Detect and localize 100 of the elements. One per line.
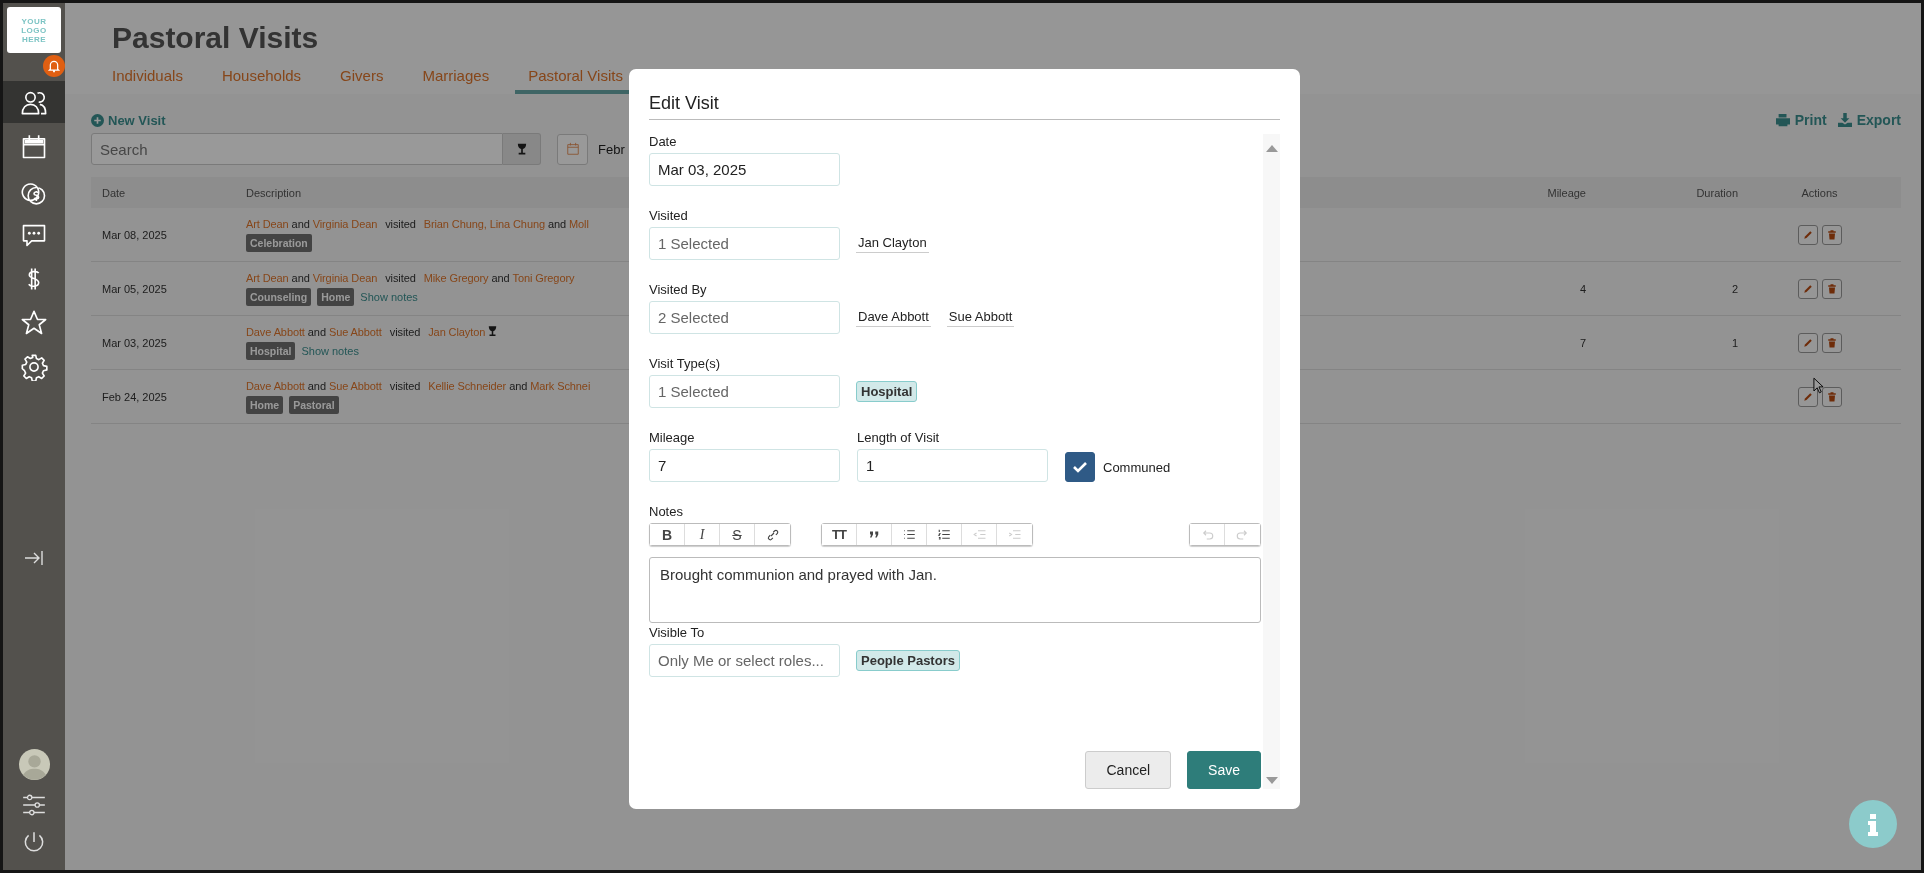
redo-icon [1235, 527, 1250, 542]
dialog-title: Edit Visit [649, 89, 1280, 120]
edit-button[interactable] [1797, 224, 1818, 245]
roles-select-field[interactable]: Only Me or select roles... [649, 644, 840, 677]
multi-select-field[interactable]: 2 Selected [649, 301, 840, 334]
field-label: Notes [649, 504, 683, 519]
numbers-icon [936, 527, 952, 542]
person-link[interactable]: Art Dean [246, 217, 289, 230]
person-link[interactable]: Moll [569, 217, 589, 230]
delete-button[interactable] [1821, 224, 1842, 245]
edit-button[interactable] [1797, 278, 1818, 299]
person-link[interactable]: Kellie Schneider [428, 379, 507, 392]
mileage-field[interactable]: 7 [649, 449, 840, 482]
page-title: Pastoral Visits [112, 21, 320, 55]
search-field[interactable]: Search [91, 133, 503, 165]
tab[interactable]: Individuals [99, 67, 196, 94]
info-button[interactable] [1849, 800, 1897, 848]
tab[interactable]: Households [208, 67, 315, 94]
delete-button[interactable] [1821, 278, 1842, 299]
trash-icon [1825, 390, 1838, 403]
date-cell-text: Mar 05, 2025 [101, 282, 168, 295]
person-link[interactable]: Dave Abbott [246, 379, 305, 392]
communed-checkbox[interactable] [1065, 452, 1095, 482]
multi-select-field[interactable]: 1 Selected [649, 227, 840, 260]
new-visit-link[interactable]: New Visit [91, 112, 166, 128]
description-text: visited [389, 325, 421, 338]
tab[interactable]: Givers [327, 67, 397, 94]
bell-icon[interactable] [43, 55, 65, 77]
person-link[interactable]: Virginia Dean [312, 271, 378, 284]
bold-tool-button[interactable]: B [650, 524, 685, 545]
show-notes-link[interactable]: Show notes [301, 344, 359, 357]
delete-button[interactable] [1821, 386, 1842, 407]
bullets-icon [901, 527, 917, 542]
show-notes-link[interactable]: Show notes [360, 290, 418, 303]
date-field[interactable]: Mar 03, 2025 [649, 153, 840, 186]
numbers-tool-button[interactable] [927, 524, 962, 545]
delete-button[interactable] [1821, 332, 1842, 353]
italic-tool-button[interactable]: I [685, 524, 720, 545]
tab[interactable]: Marriages [409, 67, 503, 94]
bullets-tool-button[interactable] [892, 524, 927, 545]
description-text: and [491, 271, 510, 284]
avatar-icon[interactable] [18, 749, 50, 780]
trash-icon [1825, 228, 1838, 241]
date-range-text: Febr [598, 141, 625, 157]
field-label: Visible To [649, 625, 705, 640]
scroll-down-icon[interactable] [1265, 777, 1278, 785]
link-tool-button[interactable] [755, 524, 790, 545]
person-link[interactable]: Toni Gregory [512, 271, 575, 284]
person-link[interactable]: Dave Abbott [246, 325, 305, 338]
length-field[interactable]: 1 [857, 449, 1048, 482]
pencil-icon [1801, 228, 1814, 241]
scroll-up-icon[interactable] [1265, 144, 1278, 152]
calendar-icon [20, 133, 48, 161]
printer-icon [1774, 113, 1791, 127]
people-nav-item[interactable] [3, 81, 65, 123]
plus-icon [91, 113, 104, 127]
person-link[interactable]: Mark Schnei [530, 379, 591, 392]
date-cell-text: Mar 03, 2025 [101, 336, 168, 349]
notes-editor[interactable]: Brought communion and prayed with Jan. [649, 557, 1261, 623]
info-icon [1849, 800, 1897, 848]
download-icon [1836, 113, 1853, 127]
field-label: Visited By [649, 282, 707, 297]
heading-tool-button[interactable]: TT [822, 524, 857, 545]
calendar-icon [565, 142, 580, 156]
export-link[interactable]: Export [1836, 112, 1901, 128]
chalice-filter-button[interactable] [503, 133, 541, 165]
person-link[interactable]: Virginia Dean [312, 217, 378, 230]
link-icon [765, 527, 780, 542]
logo[interactable]: YOUR LOGO HERE [7, 7, 61, 53]
description-text: visited [389, 379, 421, 392]
duration-cell-text: 1 [1730, 336, 1738, 349]
trash-icon [1825, 336, 1838, 349]
edit-button[interactable] [1797, 332, 1818, 353]
person-link[interactable]: Mike Gregory [423, 271, 489, 284]
column-header: Mileage [1546, 186, 1586, 199]
person-link[interactable]: Art Dean [246, 271, 289, 284]
star-icon [20, 309, 48, 337]
scrollbar[interactable] [1263, 134, 1280, 789]
field-label: Visited [649, 208, 688, 223]
save-button[interactable]: Save [1187, 751, 1261, 789]
person-link[interactable]: Sue Abbott [328, 325, 382, 338]
person-link[interactable]: Brian Chung, Lina Chung [423, 217, 545, 230]
strike-tool-button[interactable]: S [720, 524, 755, 545]
person-link[interactable]: Sue Abbott [328, 379, 382, 392]
selected-person: Dave Abbott [856, 308, 931, 327]
sliders-icon[interactable] [21, 792, 47, 818]
date-cell-text: Feb 24, 2025 [101, 390, 168, 403]
field-label: Length of Visit [857, 430, 941, 445]
cancel-button[interactable]: Cancel [1085, 751, 1172, 789]
pencil-icon [1801, 390, 1814, 403]
person-link[interactable]: Jan Clayton [428, 325, 486, 338]
print-link[interactable]: Print [1774, 112, 1827, 128]
visit-type-tag: Counseling [246, 287, 312, 306]
mileage-cell-text: 4 [1578, 282, 1586, 295]
outdent-icon [971, 527, 987, 542]
quote-tool-button[interactable] [857, 524, 892, 545]
edit-button[interactable] [1797, 386, 1818, 407]
description-text: and [307, 379, 326, 392]
multi-select-field[interactable]: 1 Selected [649, 375, 840, 408]
selected-person: Sue Abbott [946, 308, 1015, 327]
